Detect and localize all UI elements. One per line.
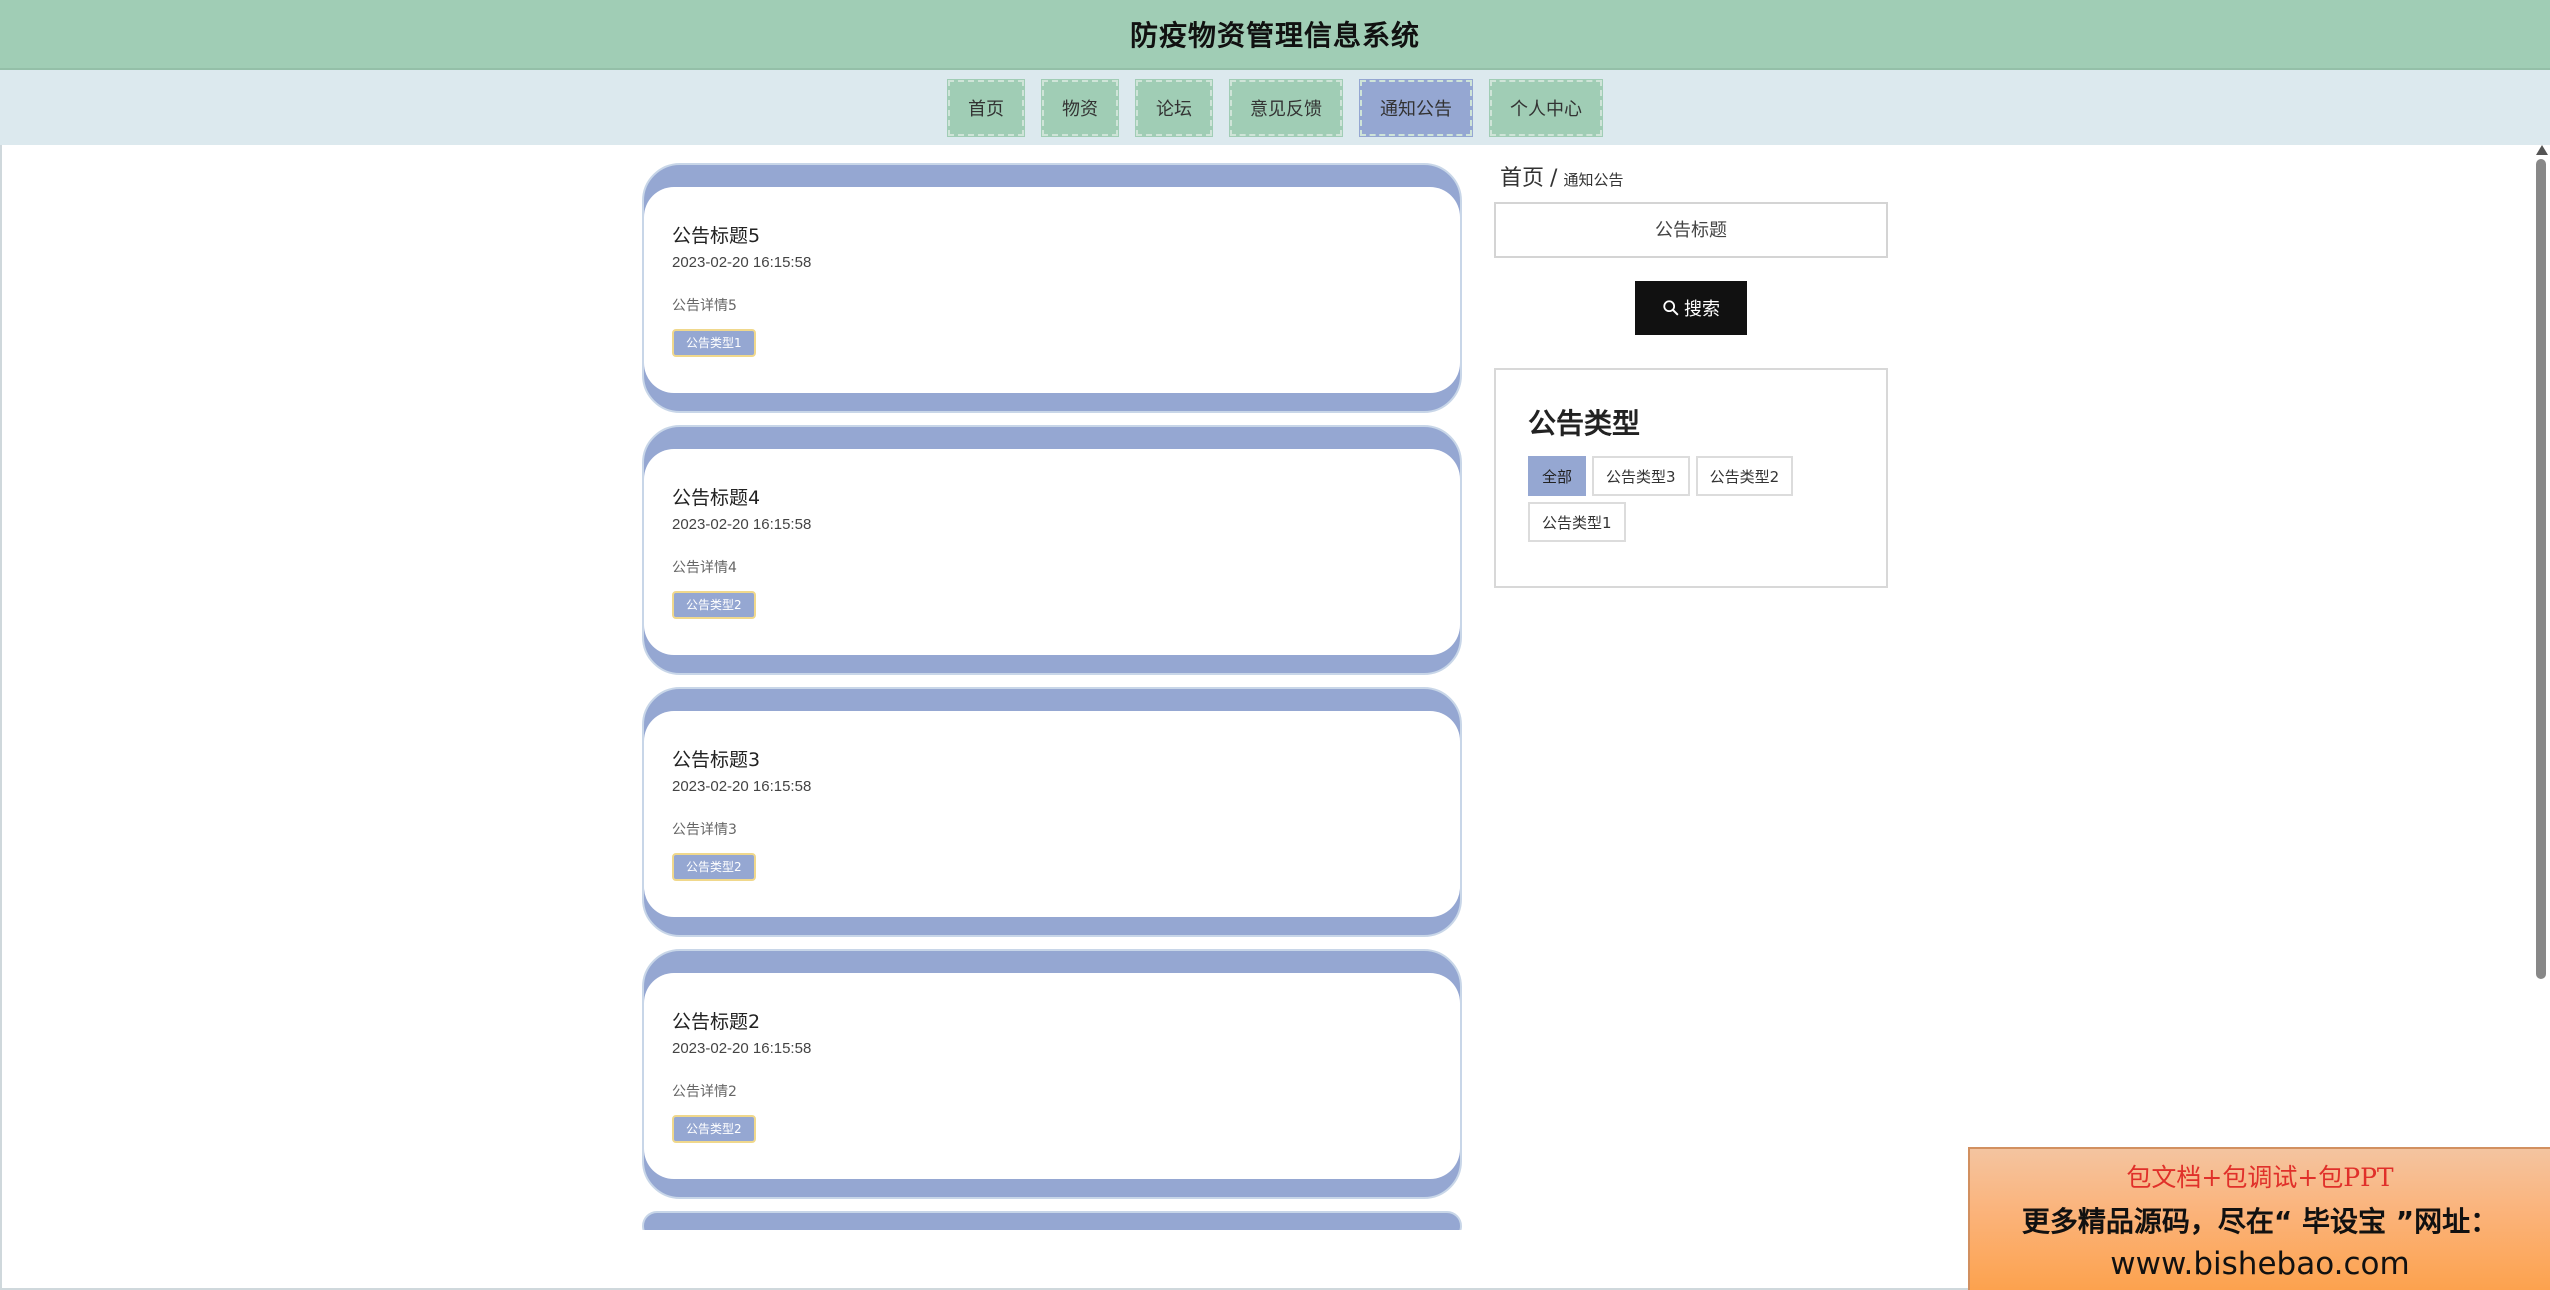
nav-item-profile[interactable]: 个人中心 — [1489, 78, 1603, 137]
notice-desc: 公告详情5 — [672, 298, 737, 314]
notice-time: 2023-02-20 16:15:58 — [672, 778, 812, 795]
notice-card[interactable]: 公告标题2 2023-02-20 16:15:58 公告详情2 公告类型2 — [642, 949, 1462, 1199]
notice-desc: 公告详情2 — [672, 1084, 737, 1100]
notice-type-tag: 公告类型2 — [672, 591, 756, 619]
nav-item-label: 物资 — [1062, 98, 1098, 120]
nav-item-notices[interactable]: 通知公告 — [1359, 78, 1473, 137]
breadcrumb-current: 通知公告 — [1563, 171, 1624, 189]
notice-desc: 公告详情3 — [672, 822, 737, 838]
notice-type-options: 全部 公告类型3 公告类型2 公告类型1 — [1528, 456, 1858, 542]
notice-card-body: 公告标题4 2023-02-20 16:15:58 公告详情4 公告类型2 — [644, 449, 1460, 655]
nav-item-label: 通知公告 — [1380, 98, 1452, 120]
nav-item-supplies[interactable]: 物资 — [1041, 78, 1119, 137]
search-icon — [1663, 300, 1679, 316]
site-title: 防疫物资管理信息系统 — [1129, 19, 1420, 52]
breadcrumb-home[interactable]: 首页 — [1500, 160, 1544, 192]
notice-title: 公告标题4 — [672, 487, 761, 509]
ad-line-services: 包文档+包调试+包PPT — [2126, 1162, 2394, 1192]
nav-item-feedback[interactable]: 意见反馈 — [1229, 78, 1343, 137]
ad-banner[interactable]: 包文档+包调试+包PPT 更多精品源码，尽在“ 毕设宝 ”网址： www.bis… — [1968, 1147, 2550, 1290]
notice-card-partial[interactable] — [642, 1211, 1462, 1230]
ad-line-url: www.bishebao.com — [2110, 1245, 2410, 1282]
notice-time: 2023-02-20 16:15:58 — [672, 254, 812, 271]
notice-type-panel: 公告类型 全部 公告类型3 公告类型2 公告类型1 — [1494, 368, 1888, 588]
nav-item-label: 首页 — [968, 98, 1004, 120]
search-button[interactable]: 搜索 — [1635, 281, 1747, 335]
type-option-3[interactable]: 公告类型3 — [1592, 456, 1690, 496]
main-nav: 首页 物资 论坛 意见反馈 通知公告 个人中心 — [0, 70, 2550, 145]
breadcrumb: 首页 / 通知公告 — [1500, 160, 1623, 192]
notice-card[interactable]: 公告标题4 2023-02-20 16:15:58 公告详情4 公告类型2 — [642, 425, 1462, 675]
notice-type-tag: 公告类型2 — [672, 853, 756, 881]
notice-type-heading: 公告类型 — [1528, 407, 1641, 440]
breadcrumb-separator: / — [1550, 166, 1558, 191]
ad-line-promo: 更多精品源码，尽在“ 毕设宝 ”网址： — [2021, 1204, 2499, 1238]
site-header: 防疫物资管理信息系统 — [0, 0, 2550, 70]
type-option-all[interactable]: 全部 — [1528, 456, 1587, 496]
nav-item-label: 论坛 — [1156, 98, 1192, 120]
notice-time: 2023-02-20 16:15:58 — [672, 516, 812, 533]
notice-list: 公告标题5 2023-02-20 16:15:58 公告详情5 公告类型1 公告… — [642, 163, 1462, 1230]
notice-card-body: 公告标题3 2023-02-20 16:15:58 公告详情3 公告类型2 — [644, 711, 1460, 917]
notice-desc: 公告详情4 — [672, 560, 737, 576]
notice-title: 公告标题3 — [672, 749, 761, 771]
notice-card[interactable]: 公告标题5 2023-02-20 16:15:58 公告详情5 公告类型1 — [642, 163, 1462, 413]
scroll-up-arrow-icon[interactable] — [2536, 145, 2548, 155]
scrollbar-thumb[interactable] — [2536, 159, 2546, 979]
nav-item-home[interactable]: 首页 — [947, 78, 1025, 137]
notice-card[interactable]: 公告标题3 2023-02-20 16:15:58 公告详情3 公告类型2 — [642, 687, 1462, 937]
type-option-1[interactable]: 公告类型1 — [1528, 502, 1626, 542]
notice-title: 公告标题5 — [672, 225, 761, 247]
notice-card-body: 公告标题2 2023-02-20 16:15:58 公告详情2 公告类型2 — [644, 973, 1460, 1179]
nav-item-label: 个人中心 — [1510, 98, 1582, 120]
type-option-2[interactable]: 公告类型2 — [1695, 456, 1794, 496]
notice-type-tag: 公告类型1 — [672, 329, 756, 357]
page-scrollbar[interactable] — [2532, 145, 2550, 1290]
nav-item-forum[interactable]: 论坛 — [1135, 78, 1213, 137]
notice-title: 公告标题2 — [672, 1011, 761, 1033]
search-input[interactable] — [1494, 202, 1888, 258]
search-button-label: 搜索 — [1684, 299, 1720, 320]
notice-card-body: 公告标题5 2023-02-20 16:15:58 公告详情5 公告类型1 — [644, 187, 1460, 393]
nav-item-label: 意见反馈 — [1250, 98, 1322, 120]
notice-type-tag: 公告类型2 — [672, 1115, 756, 1143]
notice-time: 2023-02-20 16:15:58 — [672, 1040, 812, 1057]
